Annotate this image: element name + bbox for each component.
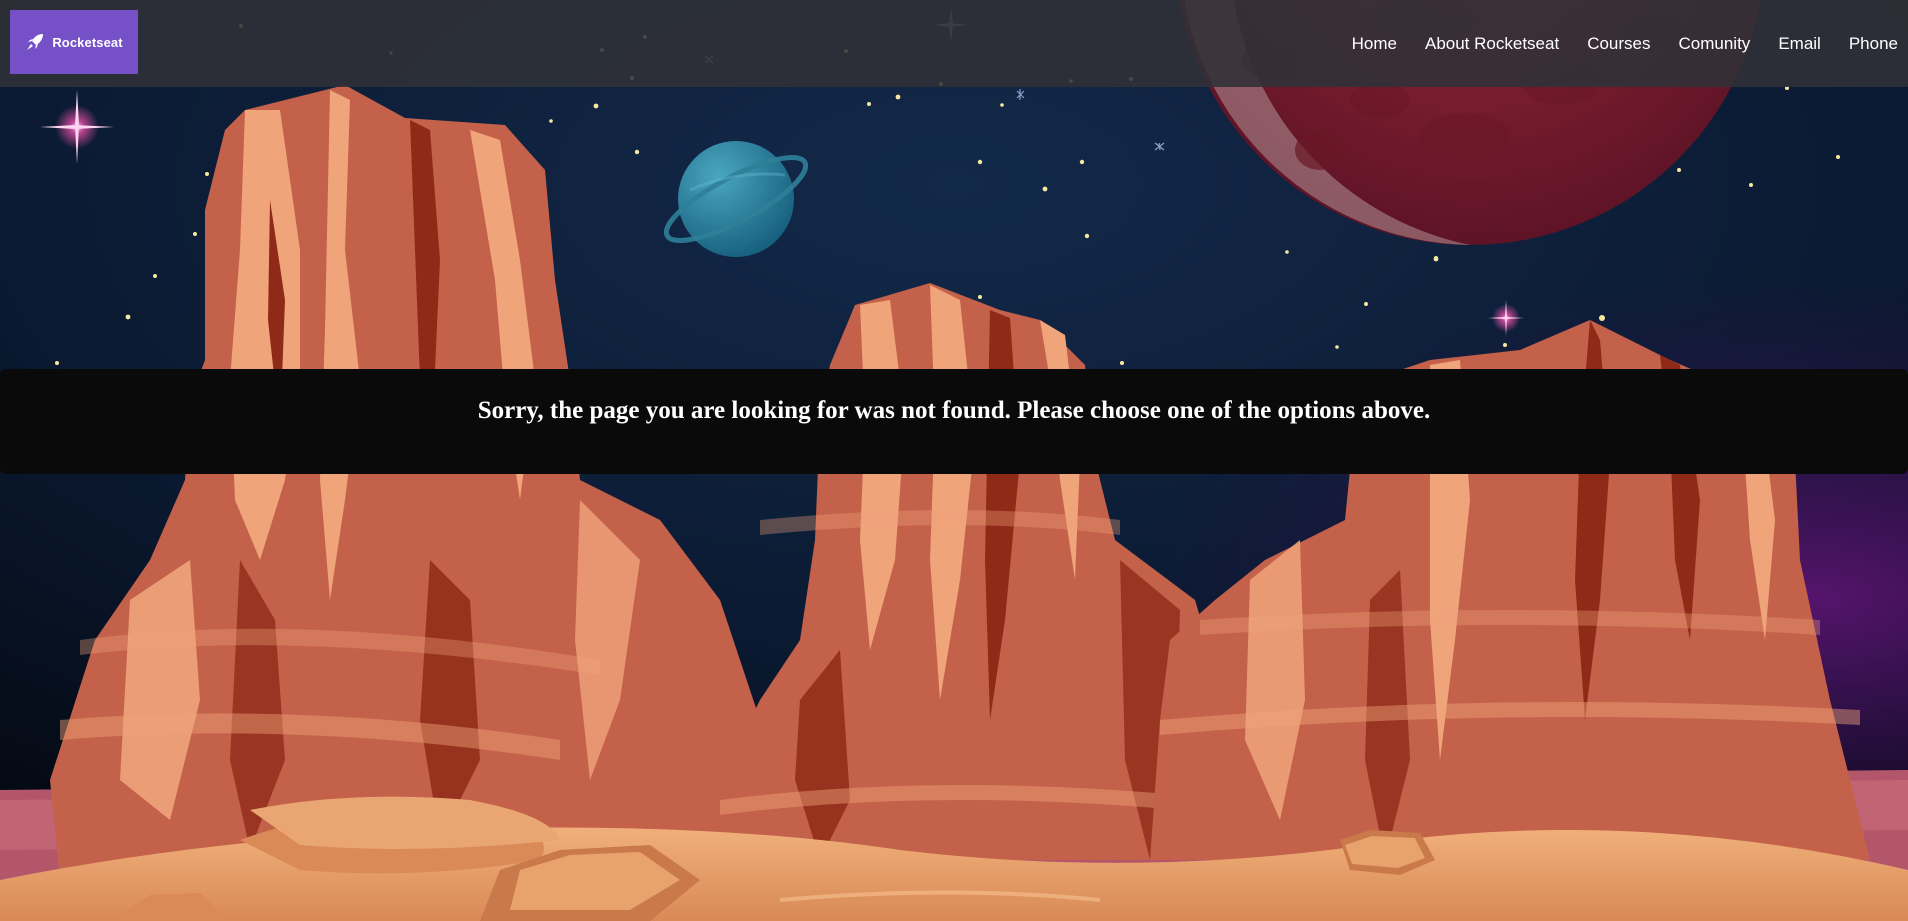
- nav-link-phone[interactable]: Phone: [1849, 34, 1898, 54]
- nav-link-email[interactable]: Email: [1778, 34, 1821, 54]
- rocket-icon: [27, 34, 44, 50]
- rocketseat-logo[interactable]: Rocketseat: [10, 10, 138, 74]
- nav-link-about[interactable]: About Rocketseat: [1425, 34, 1559, 54]
- nav-link-home[interactable]: Home: [1352, 34, 1397, 54]
- not-found-banner: Sorry, the page you are looking for was …: [0, 369, 1908, 474]
- nav-link-community[interactable]: Comunity: [1679, 34, 1751, 54]
- nav-links: Home About Rocketseat Courses Comunity E…: [1352, 0, 1898, 87]
- brand-name: Rocketseat: [52, 34, 123, 50]
- top-navbar: Rocketseat Home About Rocketseat Courses…: [0, 0, 1908, 87]
- not-found-message: Sorry, the page you are looking for was …: [477, 397, 1431, 425]
- nav-link-courses[interactable]: Courses: [1587, 34, 1650, 54]
